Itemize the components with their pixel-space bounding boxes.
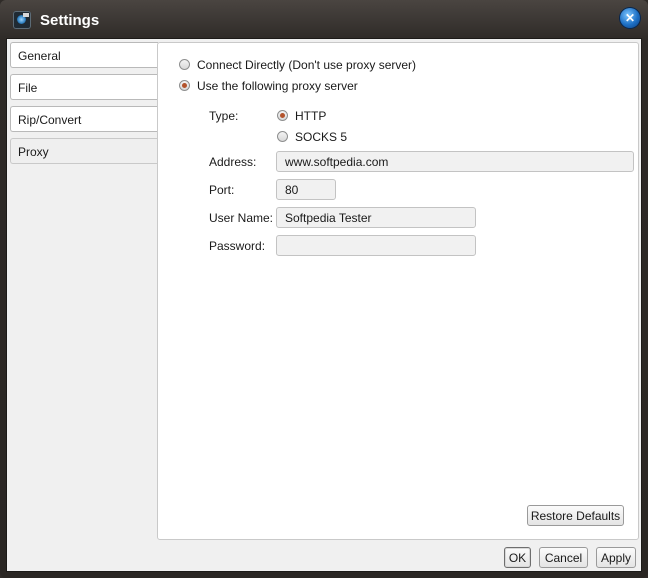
- ok-button[interactable]: OK: [504, 547, 531, 568]
- app-logo-icon: [13, 11, 31, 29]
- close-button[interactable]: ✕: [620, 8, 640, 28]
- address-label: Address:: [209, 155, 257, 169]
- type-socks5-label[interactable]: SOCKS 5: [295, 130, 347, 144]
- port-input[interactable]: 80: [276, 179, 336, 200]
- apply-button[interactable]: Apply: [596, 547, 636, 568]
- password-input[interactable]: [276, 235, 476, 256]
- cancel-button[interactable]: Cancel: [539, 547, 588, 568]
- use-proxy-radio[interactable]: [179, 80, 190, 91]
- connect-directly-label[interactable]: Connect Directly (Don't use proxy server…: [197, 58, 416, 72]
- password-label: Password:: [209, 239, 266, 253]
- type-label: Type:: [209, 109, 239, 123]
- tab-rip-convert[interactable]: Rip/Convert: [10, 106, 158, 132]
- tab-proxy[interactable]: Proxy: [10, 138, 159, 164]
- proxy-panel: Connect Directly (Don't use proxy server…: [157, 42, 639, 540]
- tab-general[interactable]: General: [10, 42, 158, 68]
- type-http-label[interactable]: HTTP: [295, 109, 326, 123]
- type-socks5-radio[interactable]: [277, 131, 288, 142]
- restore-defaults-button[interactable]: Restore Defaults: [527, 505, 624, 526]
- close-icon: ✕: [624, 11, 636, 25]
- use-proxy-label[interactable]: Use the following proxy server: [197, 79, 358, 93]
- port-label: Port:: [209, 183, 235, 197]
- connect-directly-radio[interactable]: [179, 59, 190, 70]
- dialog-body: General File Rip/Convert Proxy Connect D…: [6, 38, 642, 572]
- settings-window: Settings ✕ General File Rip/Convert Prox…: [0, 0, 648, 578]
- type-http-radio[interactable]: [277, 110, 288, 121]
- title-bar: Settings ✕: [0, 0, 648, 40]
- tab-file[interactable]: File: [10, 74, 158, 100]
- username-input[interactable]: Softpedia Tester: [276, 207, 476, 228]
- address-input[interactable]: www.softpedia.com: [276, 151, 634, 172]
- window-title: Settings: [40, 12, 100, 29]
- username-label: User Name:: [209, 211, 274, 225]
